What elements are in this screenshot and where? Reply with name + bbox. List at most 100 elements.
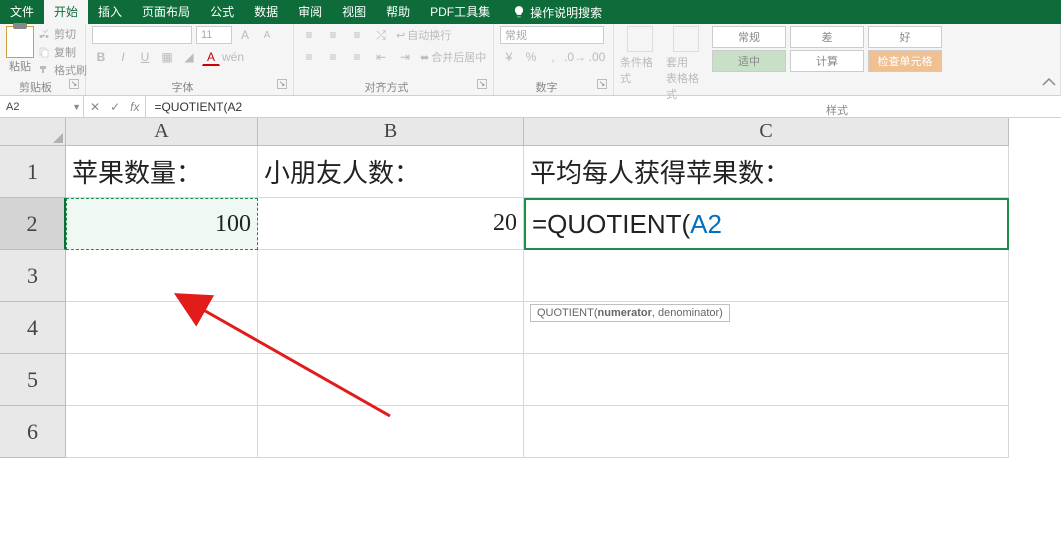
clipboard-icon: [6, 26, 34, 58]
cell-B6[interactable]: [258, 406, 524, 458]
cell-C1[interactable]: 平均每人获得苹果数：: [524, 146, 1009, 198]
cell-A1[interactable]: 苹果数量：: [66, 146, 258, 198]
decrease-indent-button[interactable]: ⇤: [372, 48, 390, 66]
merge-button[interactable]: ⬌合并后居中: [420, 49, 486, 65]
format-painter-button[interactable]: 格式刷: [38, 62, 87, 78]
increase-decimal-button[interactable]: .0→: [566, 48, 584, 66]
decrease-font-button[interactable]: A: [258, 26, 276, 44]
wrap-label: 自动换行: [407, 27, 451, 43]
percent-button[interactable]: %: [522, 48, 540, 66]
decrease-decimal-button[interactable]: .00: [588, 48, 606, 66]
row-header-1[interactable]: 1: [0, 146, 66, 198]
tab-formulas[interactable]: 公式: [200, 0, 244, 24]
tab-home[interactable]: 开始: [44, 0, 88, 24]
underline-button[interactable]: U: [136, 48, 154, 66]
align-top-button[interactable]: ≡: [300, 26, 318, 44]
cell-A3[interactable]: [66, 250, 258, 302]
cancel-formula-button[interactable]: ✕: [90, 100, 100, 114]
table-format-button[interactable]: 套用 表格格式: [666, 26, 706, 102]
align-group-label: 对齐方式: [365, 82, 409, 94]
currency-button[interactable]: ¥: [500, 48, 518, 66]
cell-C3[interactable]: [524, 250, 1009, 302]
cell-A2[interactable]: 100: [66, 198, 258, 250]
conditional-format-button[interactable]: 条件格式: [620, 26, 660, 86]
select-all-button[interactable]: [0, 118, 66, 146]
style-neutral[interactable]: 适中: [712, 50, 786, 72]
style-good[interactable]: 好: [868, 26, 942, 48]
style-check[interactable]: 检查单元格: [868, 50, 942, 72]
conditional-format-icon: [627, 26, 653, 52]
orientation-button[interactable]: ⤭: [372, 26, 390, 44]
font-color-button[interactable]: A: [202, 48, 220, 66]
cell-B3[interactable]: [258, 250, 524, 302]
cell-B4[interactable]: [258, 302, 524, 354]
font-name-select[interactable]: [92, 26, 192, 44]
paste-button[interactable]: 粘贴: [6, 26, 34, 74]
cell-C2[interactable]: =QUOTIENT(A2: [524, 198, 1009, 250]
border-button[interactable]: ▦: [158, 48, 176, 66]
cell-C6[interactable]: [524, 406, 1009, 458]
align-middle-button[interactable]: ≡: [324, 26, 342, 44]
copy-icon: [38, 46, 50, 58]
copy-button[interactable]: 复制: [38, 44, 87, 60]
cell-B5[interactable]: [258, 354, 524, 406]
insert-function-button[interactable]: fx: [130, 100, 139, 114]
style-calc[interactable]: 计算: [790, 50, 864, 72]
row-header-6[interactable]: 6: [0, 406, 66, 458]
formula-text: =QUOTIENT(A2: [154, 100, 242, 114]
font-dialog-launcher[interactable]: ↘: [277, 79, 287, 89]
number-format-select[interactable]: 常规: [500, 26, 604, 44]
style-normal[interactable]: 常规: [712, 26, 786, 48]
align-right-button[interactable]: ≡: [348, 48, 366, 66]
tell-me-search[interactable]: 操作说明搜索: [512, 4, 602, 21]
cell-A5[interactable]: [66, 354, 258, 406]
italic-button[interactable]: I: [114, 48, 132, 66]
bold-button[interactable]: B: [92, 48, 110, 66]
ribbon-group-styles: 条件格式 套用 表格格式 常规 差 好 适中 计算 检查单元格 样式: [614, 24, 1061, 95]
enter-formula-button[interactable]: ✓: [110, 100, 120, 114]
tab-file[interactable]: 文件: [0, 0, 44, 24]
cut-button[interactable]: 剪切: [38, 26, 87, 42]
spreadsheet-grid: A B C 1 2 3 4 5 6 苹果数量： 小朋友人数： 平均每人获得苹果数…: [0, 118, 1061, 535]
row-header-5[interactable]: 5: [0, 354, 66, 406]
row-header-3[interactable]: 3: [0, 250, 66, 302]
cell-A4[interactable]: [66, 302, 258, 354]
tab-layout[interactable]: 页面布局: [132, 0, 200, 24]
col-header-C[interactable]: C: [524, 118, 1009, 146]
increase-font-button[interactable]: A: [236, 26, 254, 44]
name-box-value: A2: [6, 101, 19, 113]
col-header-B[interactable]: B: [258, 118, 524, 146]
col-header-A[interactable]: A: [66, 118, 258, 146]
fill-color-button[interactable]: ◢: [180, 48, 198, 66]
tab-help[interactable]: 帮助: [376, 0, 420, 24]
wrap-text-button[interactable]: ↩自动换行: [396, 27, 451, 43]
row-header-4[interactable]: 4: [0, 302, 66, 354]
align-bottom-button[interactable]: ≡: [348, 26, 366, 44]
align-dialog-launcher[interactable]: ↘: [477, 79, 487, 89]
font-size-select[interactable]: 11: [196, 26, 232, 44]
cell-B1[interactable]: 小朋友人数：: [258, 146, 524, 198]
tab-review[interactable]: 审阅: [288, 0, 332, 24]
tab-data[interactable]: 数据: [244, 0, 288, 24]
cells-area: 苹果数量： 小朋友人数： 平均每人获得苹果数： 100 20 =QUOTIENT…: [66, 146, 1009, 458]
cell-C5[interactable]: [524, 354, 1009, 406]
align-left-button[interactable]: ≡: [300, 48, 318, 66]
align-center-button[interactable]: ≡: [324, 48, 342, 66]
cell-B2[interactable]: 20: [258, 198, 524, 250]
cell-styles-gallery[interactable]: 常规 差 好 适中 计算 检查单元格: [712, 26, 942, 72]
cell-A6[interactable]: [66, 406, 258, 458]
clipboard-dialog-launcher[interactable]: ↘: [69, 79, 79, 89]
name-box[interactable]: A2 ▼: [0, 96, 84, 117]
tab-pdf[interactable]: PDF工具集: [420, 0, 500, 24]
name-box-dropdown-icon: ▼: [72, 102, 81, 112]
row-header-2[interactable]: 2: [0, 198, 66, 250]
tab-view[interactable]: 视图: [332, 0, 376, 24]
number-dialog-launcher[interactable]: ↘: [597, 79, 607, 89]
tab-insert[interactable]: 插入: [88, 0, 132, 24]
phonetic-button[interactable]: wén: [224, 48, 242, 66]
cut-label: 剪切: [54, 26, 76, 42]
style-bad[interactable]: 差: [790, 26, 864, 48]
increase-indent-button[interactable]: ⇥: [396, 48, 414, 66]
comma-button[interactable]: ,: [544, 48, 562, 66]
collapse-ribbon-button[interactable]: [1041, 75, 1057, 91]
